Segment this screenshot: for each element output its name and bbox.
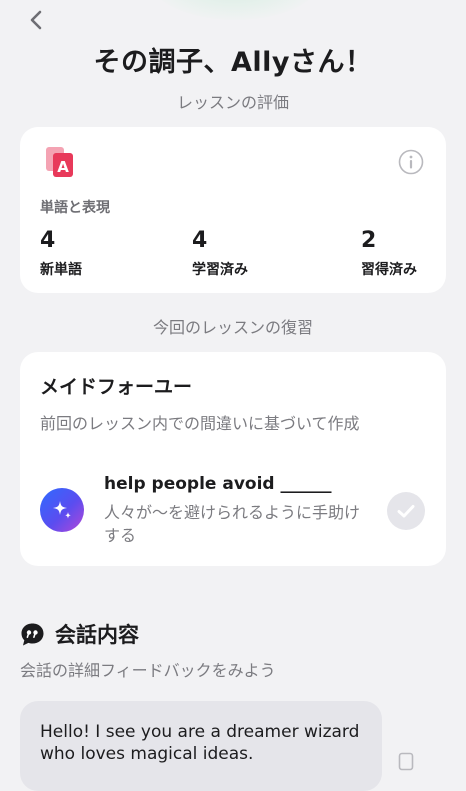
sparkle-icon bbox=[40, 488, 84, 532]
back-button[interactable] bbox=[22, 6, 50, 34]
review-translation: 人々が〜を避けられるように手助けする bbox=[104, 503, 361, 545]
made-for-you-title: メイドフォーユー bbox=[40, 376, 193, 398]
conversation-title: 会話内容 bbox=[55, 623, 139, 647]
stat-label: 学習済み bbox=[192, 262, 248, 278]
stat-label: 習得済み bbox=[361, 262, 417, 278]
made-for-you-description: 前回のレッスン内での間違いに基づいて作成 bbox=[40, 414, 360, 433]
stat-value: 2 bbox=[361, 228, 377, 253]
conversation-subtitle: 会話の詳細フィードバックをみよう bbox=[20, 661, 276, 680]
stat-value: 4 bbox=[40, 228, 56, 253]
copy-icon[interactable] bbox=[398, 752, 416, 772]
stat-new-words: 4 新単語 bbox=[40, 227, 82, 279]
info-icon[interactable] bbox=[398, 149, 424, 175]
vocabulary-section-label: 単語と表現 bbox=[40, 200, 110, 216]
review-phrase: help people avoid ______ bbox=[104, 474, 332, 494]
svg-text:A: A bbox=[57, 158, 69, 176]
evaluation-label: レッスンの評価 bbox=[176, 93, 289, 112]
conversation-header: 会話内容 bbox=[20, 619, 139, 649]
stat-mastered: 2 習得済み bbox=[361, 227, 417, 279]
made-for-you-card[interactable]: メイドフォーユー 前回のレッスン内での間違いに基づいて作成 help peopl… bbox=[20, 352, 446, 566]
message-bubble[interactable]: Hello! I see you are a dreamer wizard wh… bbox=[20, 701, 382, 791]
chevron-left-icon bbox=[30, 10, 42, 30]
page-title: その調子、Allyさん！ bbox=[93, 47, 373, 78]
stat-label: 新単語 bbox=[40, 262, 82, 278]
stat-value: 4 bbox=[192, 228, 208, 253]
checkmark-icon bbox=[397, 505, 415, 518]
vocabulary-cards-icon: A bbox=[46, 147, 73, 177]
speech-quote-icon bbox=[21, 623, 44, 645]
header-glow bbox=[150, 0, 320, 20]
vocabulary-card[interactable]: A 単語と表現 4 新単語 4 学習済み 2 習得済み bbox=[20, 127, 446, 293]
stat-learned: 4 学習済み bbox=[192, 227, 248, 279]
message-text: Hello! I see you are a dreamer wizard wh… bbox=[40, 722, 360, 764]
mark-complete-button[interactable] bbox=[387, 492, 425, 530]
review-heading: 今回のレッスンの復習 bbox=[152, 318, 313, 337]
